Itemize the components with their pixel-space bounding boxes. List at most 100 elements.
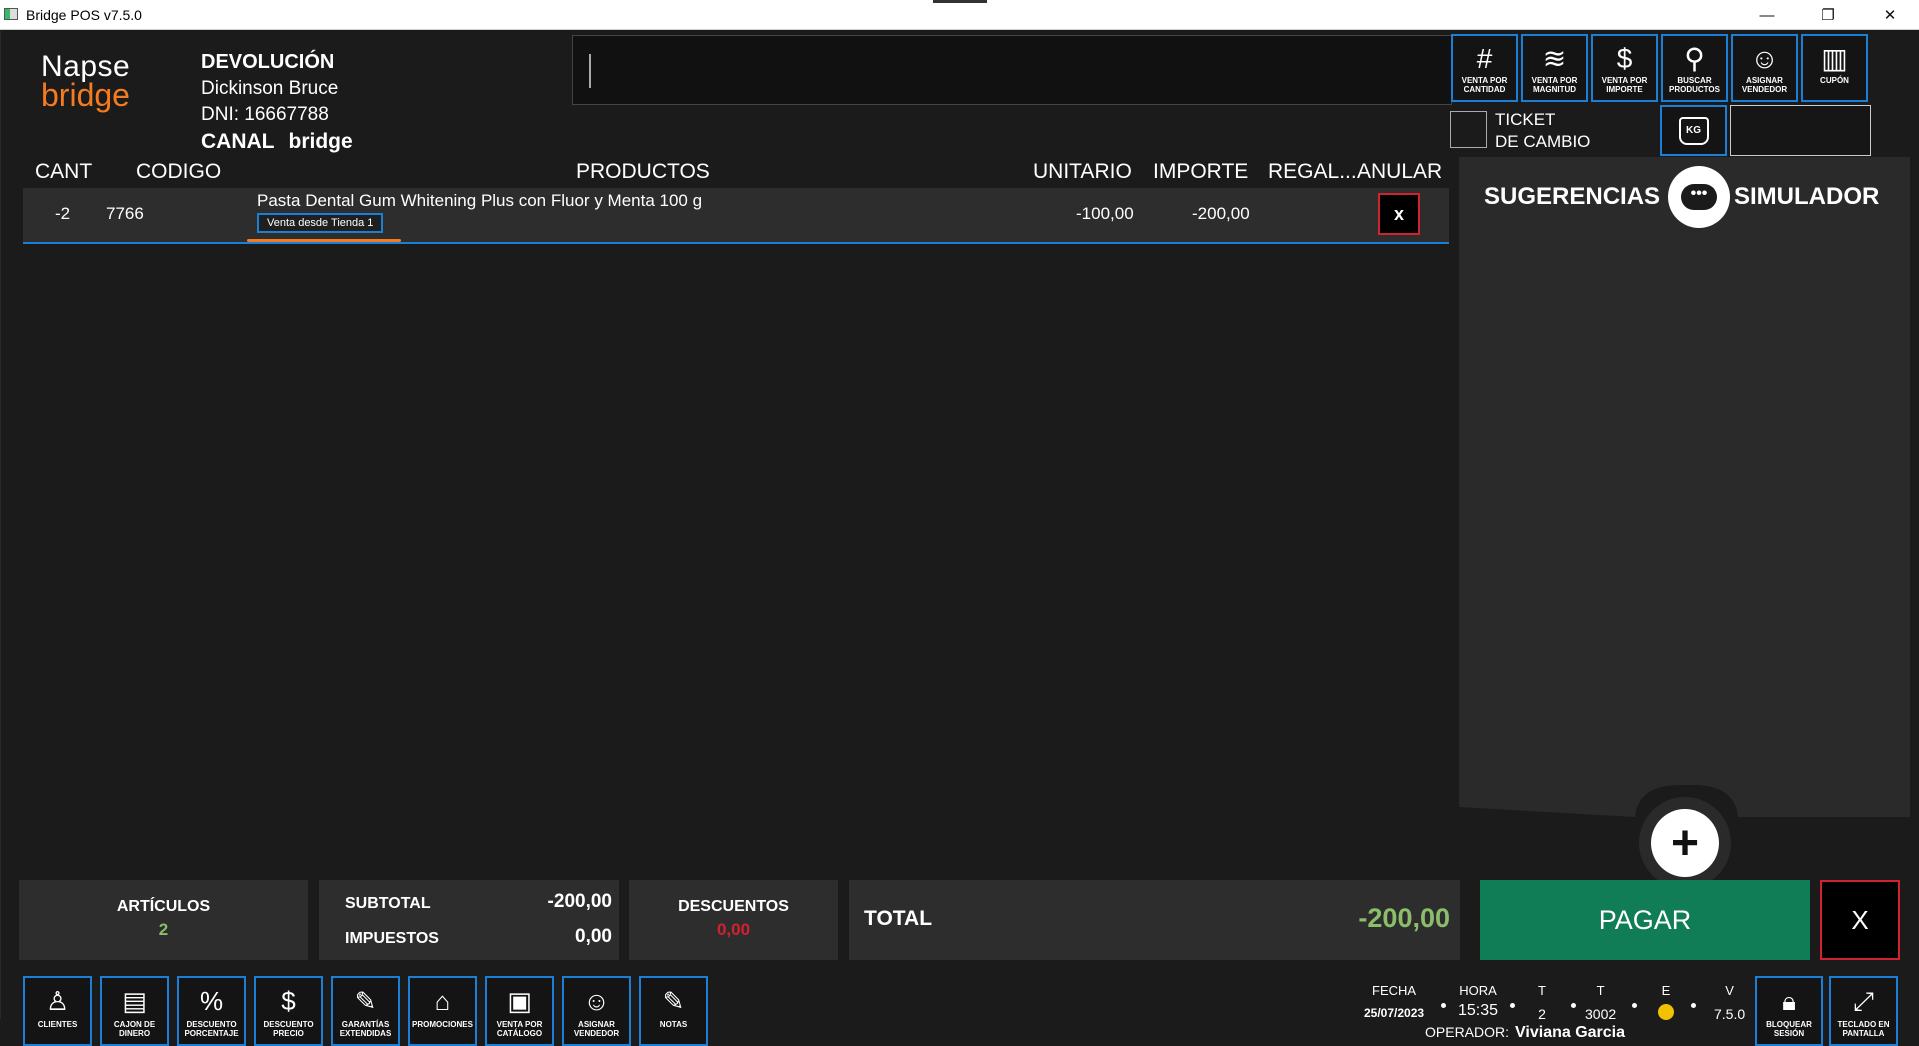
search-icon: ⚲ [1684, 43, 1705, 74]
col-codigo: CODIGO [136, 160, 222, 183]
impuestos-value: 0,00 [575, 926, 612, 947]
window-title: Bridge POS v7.5.0 [26, 7, 142, 23]
dollar-icon: $ [1616, 43, 1633, 74]
status-indicator-icon [1658, 1004, 1674, 1020]
impuestos-label: IMPUESTOS [345, 930, 439, 947]
row-importe: -200,00 [1192, 204, 1250, 223]
canal-label: CANAL [201, 130, 275, 153]
venta-catalogo-button[interactable]: ▣ VENTA POR CATÁLOGO [485, 976, 554, 1046]
catalog-icon: ▣ [507, 986, 532, 1016]
price-discount-icon: $ [281, 986, 296, 1016]
bloquear-sesion-button[interactable]: 🔒︎ BLOQUEAR SESIÓN [1755, 976, 1823, 1046]
table-row[interactable]: -2 7766 Pasta Dental Gum Whitening Plus … [23, 188, 1449, 244]
t2-value: 3002 [1585, 1006, 1617, 1022]
items-table-header: CANT CODIGO PRODUCTOS UNITARIO IMPORTE R… [23, 160, 1451, 188]
button-label: NOTAS [659, 1020, 688, 1029]
button-label: GARANTÍAS EXTENDIDAS [339, 1020, 392, 1038]
button-label: CLIENTES [37, 1020, 78, 1029]
articulos-label: ARTÍCULOS [116, 898, 211, 915]
chat-bubble: ••• [1681, 184, 1717, 210]
tag-icon: ⌂ [434, 986, 451, 1016]
asignar-vendedor-button[interactable]: ☺ ASIGNAR VENDEDOR [1731, 34, 1798, 102]
buscar-productos-button[interactable]: ⚲ BUSCAR PRODUCTOS [1661, 34, 1728, 102]
window-titlebar: Bridge POS v7.5.0 — ❐ ✕ [0, 0, 1919, 30]
button-label: VENTA POR CANTIDAD [1461, 76, 1508, 94]
brand-logo: Napse bridge [41, 52, 130, 112]
pos-app: Napse bridge DEVOLUCIÓN Dickinson Bruce … [0, 31, 1919, 1046]
scale-button[interactable]: KG [1660, 105, 1727, 156]
cupon-button[interactable]: ▥ CUPÓN [1801, 34, 1868, 102]
separator-dot [1571, 1003, 1576, 1008]
customer-info: DEVOLUCIÓN Dickinson Bruce DNI: 16667788… [201, 51, 353, 154]
v-value: 7.5.0 [1714, 1006, 1746, 1022]
headset-icon: ☺ [583, 986, 610, 1016]
barcode-icon: ▥ [1821, 43, 1848, 74]
hora-label: HORA [1459, 983, 1497, 998]
descuento-precio-button[interactable]: $ DESCUENTO PRECIO [254, 976, 323, 1046]
bottom-toolbar: ♙ CLIENTES ▤ CAJON DE DINERO % DESCUENTO PO… [23, 976, 708, 1046]
sugerencias-tab[interactable]: SUGERENCIAS [1484, 183, 1660, 211]
transaction-mode: DEVOLUCIÓN [201, 51, 335, 73]
status-terminal: T 2 [1538, 983, 1546, 1022]
venta-magnitud-button[interactable]: ≋ VENTA POR MAGNITUD [1521, 34, 1588, 102]
button-label: ASIGNAR VENDEDOR [573, 1020, 620, 1038]
restore-button[interactable]: ❐ [1800, 0, 1856, 30]
close-window-button[interactable]: ✕ [1862, 0, 1918, 30]
garantias-button[interactable]: ✎ GARANTÍAS EXTENDIDAS [331, 976, 400, 1046]
fecha-value: 25/07/2023 [1364, 1006, 1425, 1020]
canal-value: bridge [288, 130, 353, 153]
row-unitario: -100,00 [1076, 204, 1134, 223]
hash-icon: # [1476, 43, 1493, 74]
row-codigo: 7766 [106, 204, 144, 223]
customer-dni: DNI: 16667788 [201, 104, 329, 125]
button-label: DESCUENTO PRECIO [263, 1020, 314, 1038]
descuento-porcentaje-button[interactable]: % DESCUENTO PORCENTAJE [177, 976, 246, 1046]
col-importe: IMPORTE [1153, 160, 1249, 183]
col-unitario: UNITARIO [1033, 160, 1132, 183]
e-label: E [1661, 983, 1671, 998]
ticket-cambio-label: TICKET DE CAMBIO [1495, 110, 1591, 151]
sales-channel: CANAL bridge [201, 130, 353, 154]
button-label: VENTA POR CATÁLOGO [496, 1020, 543, 1038]
venta-cantidad-button[interactable]: # VENTA POR CANTIDAD [1451, 34, 1518, 102]
simulador-tab[interactable]: SIMULADOR [1734, 183, 1879, 211]
total-value: -200,00 [1358, 903, 1450, 933]
ticket-cambio-checkbox[interactable] [1450, 111, 1487, 148]
descuentos-box: DESCUENTOS 0,00 [629, 880, 838, 960]
button-label: DESCUENTO PORCENTAJE [184, 1020, 239, 1038]
scan-input[interactable] [572, 35, 1452, 105]
app-icon [4, 8, 18, 20]
fecha-label: FECHA [1372, 983, 1417, 998]
asignar-vendedor-bottom-button[interactable]: ☺ ASIGNAR VENDEDOR [562, 976, 631, 1046]
cajon-dinero-button[interactable]: ▤ CAJON DE DINERO [100, 976, 169, 1046]
drag-handle[interactable] [933, 0, 987, 3]
minimize-button[interactable]: — [1739, 0, 1795, 30]
col-regalo[interactable]: REGAL... [1268, 160, 1357, 184]
keyboard-icon: ⤢ [1853, 986, 1874, 1016]
articulos-value: 2 [158, 920, 169, 939]
pagar-button[interactable]: PAGAR [1480, 880, 1810, 960]
articulos-box: ARTÍCULOS 2 [19, 880, 308, 960]
clientes-button[interactable]: ♙ CLIENTES [23, 976, 92, 1046]
button-label: BLOQUEAR SESIÓN [1766, 1020, 1812, 1038]
separator-dot [1632, 1003, 1637, 1008]
col-cant: CANT [35, 160, 93, 183]
button-label: PROMOCIONES [412, 1020, 473, 1029]
total-label: TOTAL [864, 907, 933, 930]
origin-badge: Venta desde Tienda 1 [257, 213, 384, 233]
percent-discount-icon: % [199, 986, 224, 1016]
status-version: V 7.5.0 [1714, 983, 1745, 1022]
button-label: VENTA POR IMPORTE [1601, 76, 1648, 94]
chat-icon[interactable]: ••• [1668, 166, 1730, 228]
headset-icon: ☺ [1750, 43, 1779, 74]
cancel-sale-button[interactable]: X [1820, 880, 1900, 960]
anular-button[interactable]: x [1378, 193, 1420, 235]
teclado-pantalla-button[interactable]: ⤢ TECLADO EN PANTALLA [1829, 976, 1898, 1046]
promociones-button[interactable]: ⌂ PROMOCIONES [408, 976, 477, 1046]
notas-button[interactable]: ✎ NOTAS [639, 976, 708, 1046]
venta-importe-button[interactable]: $ VENTA POR IMPORTE [1591, 34, 1658, 102]
t1-value: 2 [1538, 1006, 1546, 1022]
button-label: CUPÓN [1820, 76, 1849, 85]
add-button[interactable]: + [1651, 809, 1719, 877]
col-anular: ANULAR [1357, 160, 1443, 183]
